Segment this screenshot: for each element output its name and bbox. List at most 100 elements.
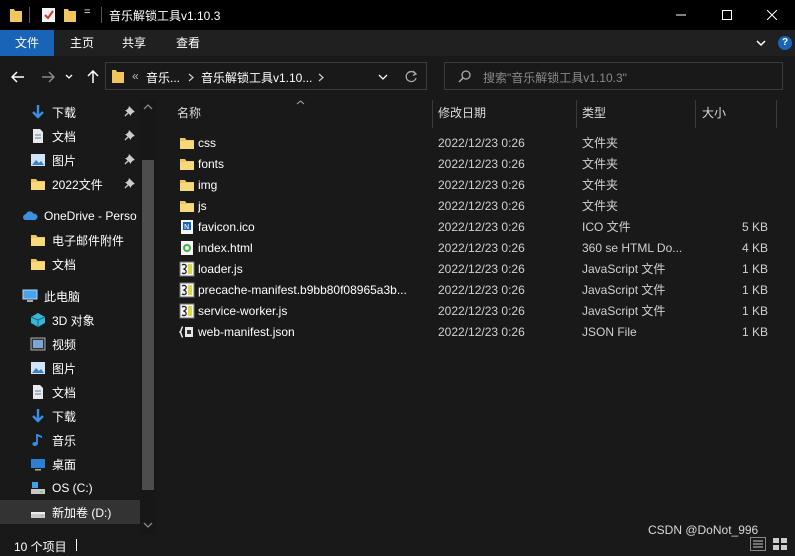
close-button[interactable] <box>749 0 795 30</box>
file-size: 4 KB <box>741 241 768 255</box>
nav-item[interactable]: 图片 <box>0 148 142 172</box>
status-divider <box>76 539 77 551</box>
file-name: service-worker.js <box>198 304 288 318</box>
folder-icon <box>179 177 195 193</box>
minimize-button[interactable] <box>658 0 704 30</box>
nav-scroll-thumb[interactable] <box>142 160 154 490</box>
help-button[interactable]: ? <box>778 36 792 50</box>
file-type: 文件夹 <box>582 136 619 150</box>
large-icons-view-icon[interactable] <box>772 537 788 551</box>
back-button[interactable] <box>7 66 29 88</box>
document-icon <box>30 128 46 144</box>
file-date: 2022/12/23 0:26 <box>438 178 525 192</box>
tab-file[interactable]: 文件 <box>0 30 54 56</box>
chevron-right-icon[interactable] <box>188 73 194 82</box>
nav-item-label: OS (C:) <box>52 481 93 495</box>
file-size: 1 KB <box>741 283 768 297</box>
up-button[interactable] <box>82 66 104 88</box>
file-row[interactable]: fonts 2022/12/23 0:26 文件夹 <box>170 154 778 175</box>
properties-icon[interactable] <box>41 7 56 23</box>
file-row[interactable]: css 2022/12/23 0:26 文件夹 <box>170 133 778 154</box>
onedrive-cloud-icon <box>22 208 38 224</box>
file-type: ICO 文件 <box>582 220 631 234</box>
file-date: 2022/12/23 0:26 <box>438 283 525 297</box>
pictures-icon <box>30 360 46 376</box>
ribbon-expand-chevron-icon[interactable] <box>756 39 766 47</box>
file-name: favicon.ico <box>198 220 255 234</box>
nav-item[interactable]: 视频 <box>0 332 142 356</box>
recent-locations-button[interactable] <box>62 66 76 88</box>
file-date: 2022/12/23 0:26 <box>438 199 525 213</box>
nav-item-label: OneDrive - Perso <box>44 209 137 223</box>
scroll-down-icon[interactable] <box>143 522 153 528</box>
file-row[interactable]: precache-manifest.b9bb80f08965a3b... 2022… <box>170 280 778 301</box>
folder-icon <box>30 232 46 248</box>
file-row[interactable]: js 2022/12/23 0:26 文件夹 <box>170 196 778 217</box>
details-view-icon[interactable] <box>750 537 766 551</box>
forward-button[interactable] <box>37 66 59 88</box>
nav-item[interactable]: 音乐 <box>0 428 142 452</box>
nav-item-label: 3D 对象 <box>52 313 95 328</box>
file-date: 2022/12/23 0:26 <box>438 325 525 339</box>
nav-item[interactable]: 下载 <box>0 404 142 428</box>
refresh-icon[interactable] <box>405 70 418 83</box>
nav-item[interactable]: 文档 <box>0 124 142 148</box>
nav-item[interactable]: OneDrive - Perso <box>0 204 142 228</box>
html-file-icon <box>179 240 195 256</box>
breadcrumb-overflow[interactable]: « <box>132 69 139 83</box>
address-bar[interactable]: « 音乐... 音乐解锁工具v1.10... <box>105 62 427 90</box>
folder-icon[interactable] <box>9 7 23 23</box>
tab-share[interactable]: 共享 <box>110 30 158 56</box>
svg-text:N: N <box>184 223 189 231</box>
nav-scrollbar[interactable] <box>140 100 156 534</box>
breadcrumb-item[interactable]: 音乐解锁工具v1.10... <box>201 69 312 86</box>
search-box[interactable]: 搜索"音乐解锁工具v1.10.3" <box>444 62 783 90</box>
quick-access-dropdown[interactable]: = <box>84 6 90 18</box>
file-row[interactable]: img 2022/12/23 0:26 文件夹 <box>170 175 778 196</box>
js-file-icon <box>179 282 195 298</box>
nav-item[interactable]: 2022文件 <box>0 172 142 196</box>
search-placeholder: 搜索"音乐解锁工具v1.10.3" <box>483 71 627 85</box>
nav-item[interactable]: 图片 <box>0 356 142 380</box>
file-type: 文件夹 <box>582 157 619 171</box>
new-folder-icon[interactable] <box>63 7 77 23</box>
nav-item[interactable]: 3D 对象 <box>0 308 142 332</box>
forward-arrow-icon <box>42 71 55 83</box>
nav-item[interactable]: OS (C:) <box>0 476 142 500</box>
search-icon <box>458 70 471 83</box>
nav-item[interactable]: 文档 <box>0 380 142 404</box>
pin-icon <box>124 153 136 168</box>
nav-item[interactable]: 下载 <box>0 100 142 124</box>
maximize-button[interactable] <box>704 0 750 30</box>
breadcrumb-item[interactable]: 音乐... <box>146 69 180 86</box>
folder-icon <box>179 156 195 172</box>
nav-item-label: 文档 <box>52 257 77 272</box>
tab-home[interactable]: 主页 <box>58 30 106 56</box>
file-row[interactable]: web-manifest.json 2022/12/23 0:26 JSON Fil… <box>170 322 778 343</box>
file-row[interactable]: Nfavicon.ico 2022/12/23 0:26 ICO 文件 5 KB <box>170 217 778 238</box>
nav-item[interactable]: 新加卷 (D:) <box>0 500 142 524</box>
nav-item[interactable]: 桌面 <box>0 452 142 476</box>
ico-file-icon: N <box>179 219 195 235</box>
file-name: loader.js <box>198 262 243 276</box>
nav-item[interactable]: 文档 <box>0 252 142 276</box>
nav-item[interactable]: 电子邮件附件 <box>0 228 142 252</box>
file-row[interactable]: index.html 2022/12/23 0:26 360 se HTML Do.… <box>170 238 778 259</box>
chevron-right-icon[interactable] <box>318 73 324 82</box>
folder-icon <box>112 70 124 83</box>
file-row[interactable]: service-worker.js 2022/12/23 0:26 JavaScri… <box>170 301 778 322</box>
file-name: fonts <box>198 157 225 171</box>
column-header-size[interactable]: 大小 <box>696 100 775 128</box>
maximize-icon <box>722 10 732 20</box>
nav-item-label: 电子邮件附件 <box>52 233 125 248</box>
address-history-chevron-down-icon[interactable] <box>378 74 388 80</box>
column-header-name[interactable]: 名称 <box>170 100 432 128</box>
column-header-type[interactable]: 类型 <box>577 100 695 128</box>
nav-item-label: 下载 <box>52 105 77 120</box>
column-header-date[interactable]: 修改日期 <box>433 100 576 128</box>
nav-item[interactable]: 此电脑 <box>0 284 142 308</box>
tab-view[interactable]: 查看 <box>164 30 212 56</box>
column-divider[interactable] <box>776 100 777 128</box>
file-row[interactable]: loader.js 2022/12/23 0:26 JavaScript 文件 1 K… <box>170 259 778 280</box>
scroll-up-icon[interactable] <box>143 104 153 110</box>
